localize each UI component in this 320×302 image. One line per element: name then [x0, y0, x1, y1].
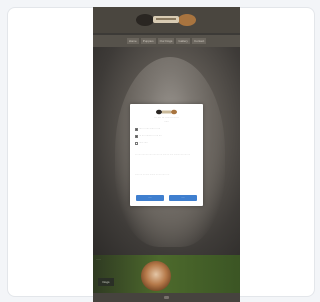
consent-option-3-label: ······ ·····: [139, 142, 148, 144]
featured-section: ····· Dogs: [93, 255, 240, 293]
puppy-photo: [141, 261, 171, 291]
cookie-consent-dialog: ··· ···· ··· ····· ··· ······ ······ ···…: [130, 104, 203, 206]
nav-item-home[interactable]: Home: [126, 38, 139, 44]
consent-option-2-label: ··· ····· ········ ··· ···· ····: [139, 135, 162, 137]
nav-item-our-dogs[interactable]: Our Dogs: [157, 38, 175, 44]
dialog-heading: ··· ···· ··· ····· ··· ······: [154, 116, 179, 119]
nav-item-contact[interactable]: Contact: [191, 38, 207, 44]
bottom-bar: [93, 293, 240, 302]
dialog-subheading: ······: [164, 120, 169, 123]
nav-item-gallery[interactable]: Gallery: [176, 38, 190, 44]
site-header: [93, 7, 240, 33]
website-preview: Home Puppies Our Dogs Gallery Contact Ie…: [93, 7, 240, 302]
dialog-paragraph-1: ··· ····· ······ ··· ····· ······ ···· ·…: [135, 154, 191, 156]
checkbox-1[interactable]: [135, 128, 138, 131]
accept-button[interactable]: ·····: [136, 195, 164, 201]
main-nav: Home Puppies Our Dogs Gallery Contact: [93, 35, 240, 47]
consent-option-1-label: ···· ··· ····· ······ ···· ···: [139, 128, 161, 130]
checkbox-3[interactable]: [135, 142, 138, 145]
dogs-logo: [136, 14, 196, 26]
nav-item-puppies[interactable]: Puppies: [140, 38, 156, 44]
featured-button[interactable]: Dogs: [98, 278, 114, 286]
dialog-paragraph-2: ······ ···· ···· ····· ········ ···· ···…: [135, 174, 170, 176]
dialog-logo: [156, 109, 177, 115]
settings-button[interactable]: ·····: [169, 195, 197, 201]
featured-label: ·····: [96, 257, 101, 261]
scroll-indicator: [164, 296, 169, 299]
checkbox-2[interactable]: [135, 135, 138, 138]
